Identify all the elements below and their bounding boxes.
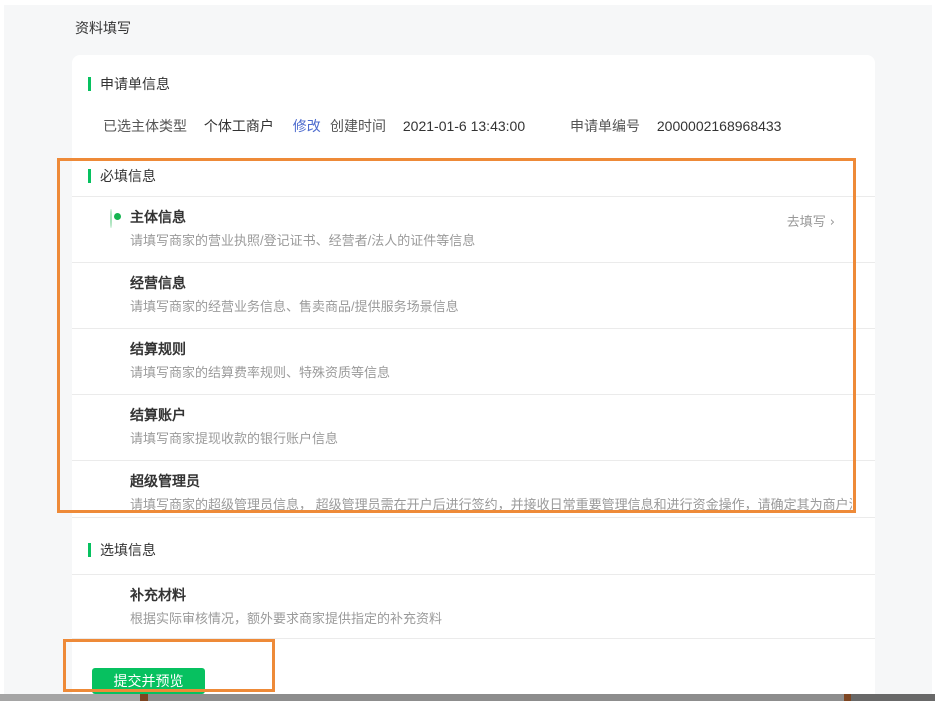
created-time-label: 创建时间 xyxy=(330,118,386,134)
item-title: 超级管理员 xyxy=(130,473,200,489)
item-title: 经营信息 xyxy=(130,275,186,291)
item-title: 主体信息 xyxy=(130,209,186,225)
item-title: 结算规则 xyxy=(130,341,186,357)
optional-items: 补充材料根据实际审核情况，额外要求商家提供指定的补充资料 xyxy=(72,574,875,639)
item-description: 根据实际审核情况，额外要求商家提供指定的补充资料 xyxy=(130,611,443,626)
application-info-row: 已选主体类型 个体工商户 修改 创建时间 2021-01-6 13:43:00 … xyxy=(72,116,875,134)
section-accent-bar xyxy=(88,77,91,91)
section-header-optional: 选填信息 xyxy=(72,540,875,560)
chevron-right-icon: › xyxy=(829,215,835,230)
section-header-required: 必填信息 xyxy=(72,166,875,186)
bottom-window-edge xyxy=(0,694,935,701)
section-accent-bar xyxy=(88,543,91,557)
page-title: 资料填写 xyxy=(75,20,131,36)
content-card: 申请单信息 已选主体类型 个体工商户 修改 创建时间 2021-01-6 13:… xyxy=(72,55,875,701)
modify-link[interactable]: 修改 xyxy=(293,118,321,134)
item-description: 请填写商家的经营业务信息、售卖商品/提供服务场景信息 xyxy=(130,299,459,314)
item-description: 请填写商家的结算费率规则、特殊资质等信息 xyxy=(130,365,391,380)
bottom-edge-segment xyxy=(0,694,140,701)
order-number-value: 2000002168968433 xyxy=(656,118,782,134)
checklist-item: 结算规则请填写商家的结算费率规则、特殊资质等信息 xyxy=(72,329,875,395)
section-header-label: 必填信息 xyxy=(100,168,156,184)
radio-selected-icon xyxy=(110,209,112,228)
checklist-item: 补充材料根据实际审核情况，额外要求商家提供指定的补充资料 xyxy=(72,575,875,639)
required-items: 主体信息请填写商家的营业执照/登记证书、经营者/法人的证件等信息 去填写 › 经营信息… xyxy=(72,196,875,518)
bottom-edge-tick xyxy=(140,694,148,701)
submit-preview-button[interactable]: 提交并预览 xyxy=(92,668,205,694)
section-header-application: 申请单信息 xyxy=(72,74,875,94)
bottom-edge-segment xyxy=(148,694,844,701)
radio-unselected-icon xyxy=(110,474,118,492)
checklist-item: 超级管理员请填写商家的超级管理员信息， 超级管理员需在开户后进行签约，并接收日常… xyxy=(72,461,875,518)
subject-type-value: 个体工商户 xyxy=(203,118,274,134)
bottom-edge-segment xyxy=(851,694,935,701)
item-description: 请填写商家提现收款的银行账户信息 xyxy=(130,431,339,446)
created-time-value: 2021-01-6 13:43:00 xyxy=(402,118,526,134)
radio-unselected-icon xyxy=(110,408,118,426)
section-accent-bar xyxy=(88,169,91,183)
item-title: 结算账户 xyxy=(130,407,186,423)
go-fill-label: 去填写 xyxy=(786,214,826,229)
item-title: 补充材料 xyxy=(130,587,186,603)
section-header-label: 申请单信息 xyxy=(100,76,170,92)
item-description: 请填写商家的超级管理员信息， 超级管理员需在开户后进行签约，并接收日常重要管理信… xyxy=(130,497,852,512)
section-header-label: 选填信息 xyxy=(100,542,156,558)
checklist-item: 经营信息请填写商家的经营业务信息、售卖商品/提供服务场景信息 xyxy=(72,263,875,329)
checklist-item: 主体信息请填写商家的营业执照/登记证书、经营者/法人的证件等信息 去填写 › xyxy=(72,197,875,263)
bottom-edge-tick xyxy=(844,694,851,701)
checklist-item: 结算账户请填写商家提现收款的银行账户信息 xyxy=(72,395,875,461)
radio-unselected-icon xyxy=(110,276,118,294)
item-description: 请填写商家的营业执照/登记证书、经营者/法人的证件等信息 xyxy=(130,233,476,248)
radio-unselected-icon xyxy=(110,342,118,360)
subject-type-label: 已选主体类型 xyxy=(103,118,187,134)
order-number-label: 申请单编号 xyxy=(570,118,640,134)
go-fill-link[interactable]: 去填写 › xyxy=(787,211,835,230)
